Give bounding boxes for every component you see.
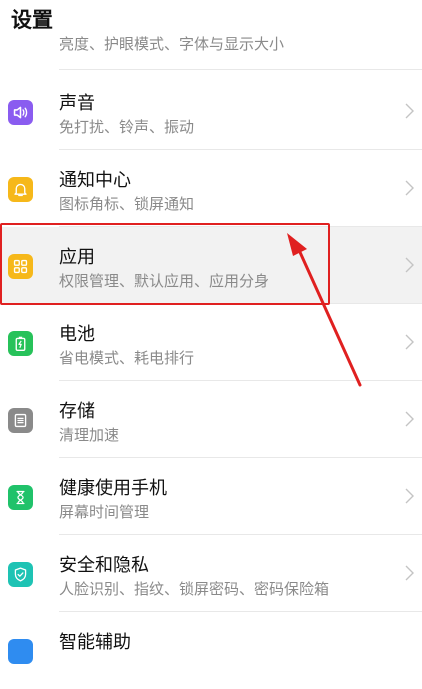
- sound-icon: [8, 100, 33, 125]
- list-item-desc: 清理加速: [59, 426, 120, 444]
- list-item-battery[interactable]: 电池 省电模式、耗电排行: [0, 304, 422, 381]
- chevron-right-icon: [405, 411, 414, 427]
- list-item-security-privacy[interactable]: 安全和隐私 人脸识别、指纹、锁屏密码、密码保险箱: [0, 535, 422, 612]
- list-item-smart-assist[interactable]: 智能辅助: [0, 612, 422, 689]
- chevron-right-icon: [405, 488, 414, 504]
- list-item-title: 电池: [59, 324, 95, 345]
- chevron-right-icon: [405, 334, 414, 350]
- shield-icon: [8, 562, 33, 587]
- hourglass-icon: [8, 485, 33, 510]
- chevron-right-icon: [405, 180, 414, 196]
- list-item-title: 声音: [59, 93, 95, 114]
- app-header: 设置: [0, 0, 422, 36]
- annotation-highlight-box: [0, 223, 330, 305]
- list-item-desc: 屏幕时间管理: [59, 503, 150, 521]
- list-item-desc: 人脸识别、指纹、锁屏密码、密码保险箱: [59, 580, 330, 598]
- assist-icon: [8, 639, 33, 664]
- battery-icon: [8, 331, 33, 356]
- list-item-title: 健康使用手机: [59, 478, 167, 499]
- chevron-right-icon: [405, 103, 414, 119]
- list-item-title: 安全和隐私: [59, 555, 149, 576]
- list-item-title: 智能辅助: [59, 632, 131, 653]
- list-item-desc: 省电模式、耗电排行: [59, 349, 195, 367]
- list-item-storage[interactable]: 存储 清理加速: [0, 381, 422, 458]
- list-item-notification-center[interactable]: 通知中心 图标角标、锁屏通知: [0, 150, 422, 227]
- chevron-right-icon: [405, 257, 414, 273]
- list-item-title: 通知中心: [59, 170, 131, 191]
- bell-icon: [8, 177, 33, 202]
- page-title: 设置: [11, 8, 53, 32]
- list-item-desc: 免打扰、铃声、振动: [59, 118, 195, 136]
- settings-list: 亮度、护眼模式、字体与显示大小 声音 免打扰、铃声、振动 通知中心 图标角标、锁…: [0, 0, 422, 664]
- list-item-desc: 图标角标、锁屏通知: [59, 195, 195, 213]
- storage-icon: [8, 408, 33, 433]
- chevron-right-icon: [405, 565, 414, 581]
- list-item-sound[interactable]: 声音 免打扰、铃声、振动: [0, 73, 422, 150]
- list-item-digital-balance[interactable]: 健康使用手机 屏幕时间管理: [0, 458, 422, 535]
- list-item-desc: 亮度、护眼模式、字体与显示大小: [59, 35, 285, 53]
- list-item-title: 存储: [59, 401, 95, 422]
